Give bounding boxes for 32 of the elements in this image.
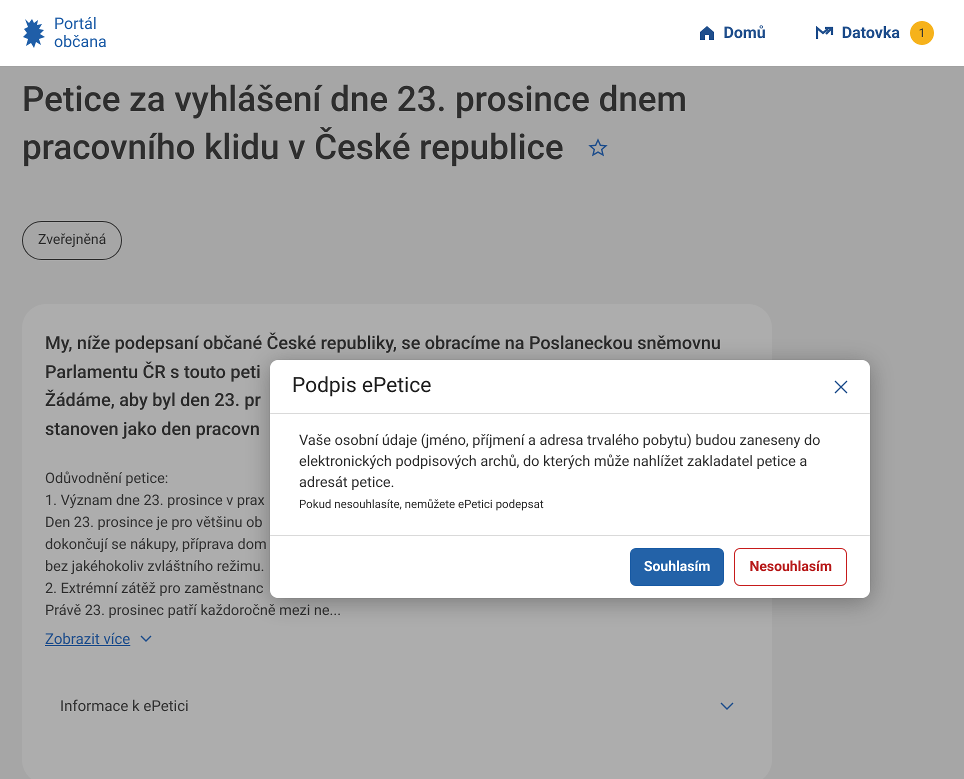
close-icon[interactable] (834, 380, 848, 394)
reason-text: 1. Význam dne 23. prosince v prax (45, 491, 265, 511)
nav-link[interactable]: Domů (699, 21, 766, 45)
dialog-title: Podpis ePetice (292, 372, 432, 400)
intro-text: stanoven jako den pracovn (45, 418, 260, 442)
agree-button[interactable]: Souhlasím (630, 548, 724, 586)
intro-text: Parlamentu ČR s touto peti (45, 360, 261, 384)
chevron-icon (720, 702, 734, 710)
reason-text: 2. Extrémní zátěž pro zaměstnanc (45, 579, 264, 599)
show-more-link[interactable]: Zobrazit více (45, 628, 152, 650)
reason-text: Odůvodnění petice: (45, 469, 168, 489)
logo-text: Portál (54, 15, 98, 33)
home-icon (699, 25, 716, 41)
reason-text: Den 23. prosince je pro většinu ob (45, 513, 263, 533)
reason-text: dokončují se nákupy, příprava dom (45, 535, 267, 555)
dialog-note: Pokud nesouhlasíte, nemůžete ePetici podepsat (299, 496, 545, 513)
mail-arrow-icon (816, 26, 834, 40)
page-title: pracovního klidu v České republice (22, 126, 564, 170)
star-icon[interactable] (588, 138, 608, 158)
nav-link[interactable]: Datovka 1 (816, 21, 934, 45)
intro-text: Žádáme, aby byl den 23. pr (45, 388, 261, 413)
page-title: Petice za vyhlášení dne 23. prosince dnem (22, 78, 688, 122)
dialog-body-text: Vaše osobní údaje (jméno, příjmení a adresa trvalého pobytu) budou zaneseny do elektronických podpisových archů, do kterých může nahlížet zakladatel petice a adresát petice. (299, 431, 822, 493)
status-badge: Zveřejněná (22, 221, 122, 260)
info-accordion[interactable]: Informace k ePetici (45, 694, 749, 717)
notification-badge: 1 (910, 21, 934, 45)
logo-text: občana (54, 33, 107, 51)
intro-text: My, níže podepsaní občané České republiky, se obracíme na Poslaneckou sněmovnu (45, 332, 721, 356)
chevron-down-icon (140, 635, 152, 644)
reason-text: bez jakéhokoliv zvláštního režimu. (45, 557, 264, 577)
disagree-button[interactable]: Nesouhlasím (734, 548, 847, 586)
reason-text: Právě 23. prosinec patří každoročně mezi ne... (45, 601, 342, 621)
